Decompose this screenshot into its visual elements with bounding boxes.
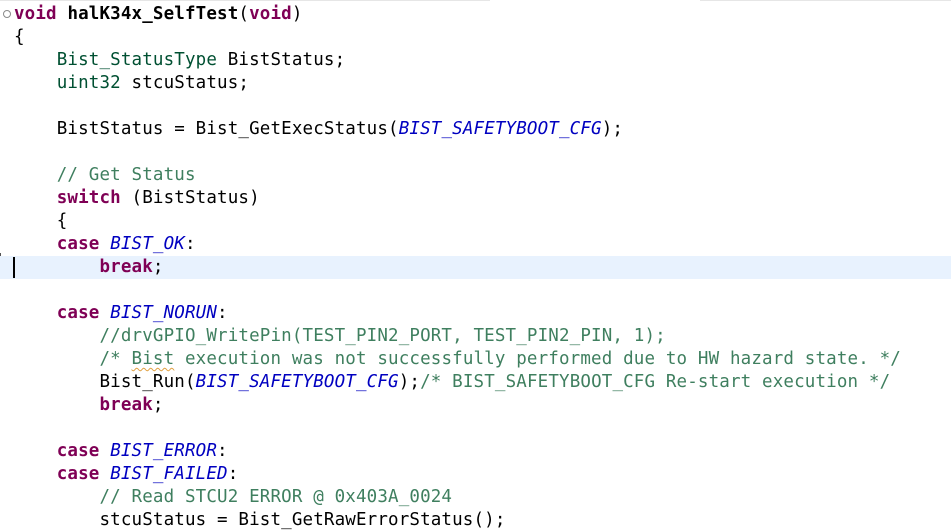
code-token: ;: [152, 395, 164, 415]
code-text: void halK34x_SelfTest(void): [14, 3, 303, 26]
enum-constant-token: BIST_FAILED: [110, 464, 228, 484]
code-token: :: [217, 441, 228, 461]
code-line[interactable]: // Read STCU2 ERROR @ 0x403A_0024: [0, 486, 951, 509]
code-text: case BIST_FAILED:: [14, 463, 239, 486]
code-line[interactable]: case BIST_OK:: [0, 233, 951, 256]
code-line[interactable]: [0, 417, 951, 440]
code-text: case BIST_ERROR:: [14, 440, 228, 463]
code-text: {: [14, 210, 68, 233]
code-text: switch (BistStatus): [14, 187, 260, 210]
keyword-token: break: [14, 395, 153, 415]
code-text: BistStatus = Bist_GetExecStatus(BIST_SAF…: [14, 118, 623, 141]
code-token: );: [601, 119, 624, 139]
code-text: // Get Status: [14, 164, 196, 187]
comment-token: execution was not successfully performed…: [174, 349, 901, 369]
code-line[interactable]: [0, 95, 951, 118]
enum-constant-token: BIST_NORUN: [110, 303, 218, 323]
type-token: Bist_StatusType: [14, 50, 218, 70]
code-line[interactable]: case BIST_NORUN:: [0, 302, 951, 325]
code-line[interactable]: [0, 279, 951, 302]
code-token: stcuStatus;: [120, 73, 250, 93]
code-editor[interactable]: void halK34x_SelfTest(void){ Bist_Status…: [0, 0, 951, 531]
code-token: stcuStatus = Bist_GetRawErrorStatus();: [14, 510, 506, 530]
code-token: ): [291, 4, 303, 24]
enum-constant-token: BIST_OK: [110, 234, 185, 254]
code-line[interactable]: Bist_Run(BIST_SAFETYBOOT_CFG);/* BIST_SA…: [0, 371, 951, 394]
code-text: Bist_Run(BIST_SAFETYBOOT_CFG);/* BIST_SA…: [14, 371, 890, 394]
code-text: uint32 stcuStatus;: [14, 72, 249, 95]
keyword-token: case: [14, 234, 100, 254]
code-line[interactable]: case BIST_ERROR:: [0, 440, 951, 463]
keyword-token: case: [14, 441, 100, 461]
code-line[interactable]: case BIST_FAILED:: [0, 463, 951, 486]
code-text: break;: [14, 394, 164, 417]
keyword-token: case: [14, 303, 100, 323]
code-text: {: [14, 26, 25, 49]
editor-top-border-right: [700, 0, 951, 1]
keyword-token: case: [14, 464, 100, 484]
comment-token: // Read STCU2 ERROR @ 0x403A_0024: [14, 487, 453, 507]
code-token: (: [238, 4, 250, 24]
code-text: /* Bist execution was not successfully p…: [14, 348, 901, 371]
code-line[interactable]: // Get Status: [0, 164, 951, 187]
code-line-current[interactable]: break;: [0, 256, 951, 279]
code-token: ;: [152, 257, 164, 277]
type-token: uint32: [14, 73, 121, 93]
keyword-token: void: [14, 4, 57, 24]
enum-constant-token: BIST_ERROR: [110, 441, 218, 461]
code-token: {: [14, 27, 25, 47]
code-line[interactable]: stcuStatus = Bist_GetRawErrorStatus();: [0, 509, 951, 531]
code-text: case BIST_NORUN:: [14, 302, 228, 325]
editor-top-border: [0, 0, 490, 1]
function-name-token: halK34x_SelfTest: [67, 4, 239, 24]
fold-toggle-icon[interactable]: [3, 10, 11, 18]
code-text: //drvGPIO_WritePin(TEST_PIN2_PORT, TEST_…: [14, 325, 666, 348]
comment-token: /* BIST_SAFETYBOOT_CFG Re-start executio…: [420, 372, 891, 392]
code-token: BistStatus = Bist_GetExecStatus(: [14, 119, 399, 139]
comment-token: /*: [14, 349, 132, 369]
code-text: case BIST_OK:: [14, 233, 196, 256]
code-text: break;: [14, 256, 164, 279]
code-token: {: [14, 211, 68, 231]
code-token: BistStatus;: [217, 50, 346, 70]
code-line[interactable]: {: [0, 210, 951, 233]
code-text: stcuStatus = Bist_GetRawErrorStatus();: [14, 509, 506, 531]
code-line[interactable]: BistStatus = Bist_GetExecStatus(BIST_SAF…: [0, 118, 951, 141]
code-line[interactable]: switch (BistStatus): [0, 187, 951, 210]
code-token: Bist_Run(: [14, 372, 196, 392]
spelling-warning-token: Bist: [131, 349, 175, 369]
keyword-token: break: [14, 257, 153, 277]
code-token: :: [185, 234, 196, 254]
code-line[interactable]: {: [0, 26, 951, 49]
code-token: );: [398, 372, 421, 392]
code-text: Bist_StatusType BistStatus;: [14, 49, 345, 72]
code-line[interactable]: void halK34x_SelfTest(void): [0, 3, 951, 26]
code-line[interactable]: break;: [0, 394, 951, 417]
comment-token: // Get Status: [14, 165, 196, 185]
code-token: :: [217, 303, 228, 323]
code-line[interactable]: [0, 141, 951, 164]
keyword-token: switch: [14, 188, 121, 208]
enum-constant-token: BIST_SAFETYBOOT_CFG: [398, 119, 602, 139]
code-text: // Read STCU2 ERROR @ 0x403A_0024: [14, 486, 452, 509]
code-token: (BistStatus): [120, 188, 260, 208]
code-token: :: [227, 464, 239, 484]
code-line[interactable]: /* Bist execution was not successfully p…: [0, 348, 951, 371]
code-line[interactable]: //drvGPIO_WritePin(TEST_PIN2_PORT, TEST_…: [0, 325, 951, 348]
enum-constant-token: BIST_SAFETYBOOT_CFG: [195, 372, 399, 392]
code-line[interactable]: uint32 stcuStatus;: [0, 72, 951, 95]
keyword-token: void: [249, 4, 292, 24]
code-line[interactable]: Bist_StatusType BistStatus;: [0, 49, 951, 72]
comment-token: //drvGPIO_WritePin(TEST_PIN2_PORT, TEST_…: [14, 326, 666, 346]
